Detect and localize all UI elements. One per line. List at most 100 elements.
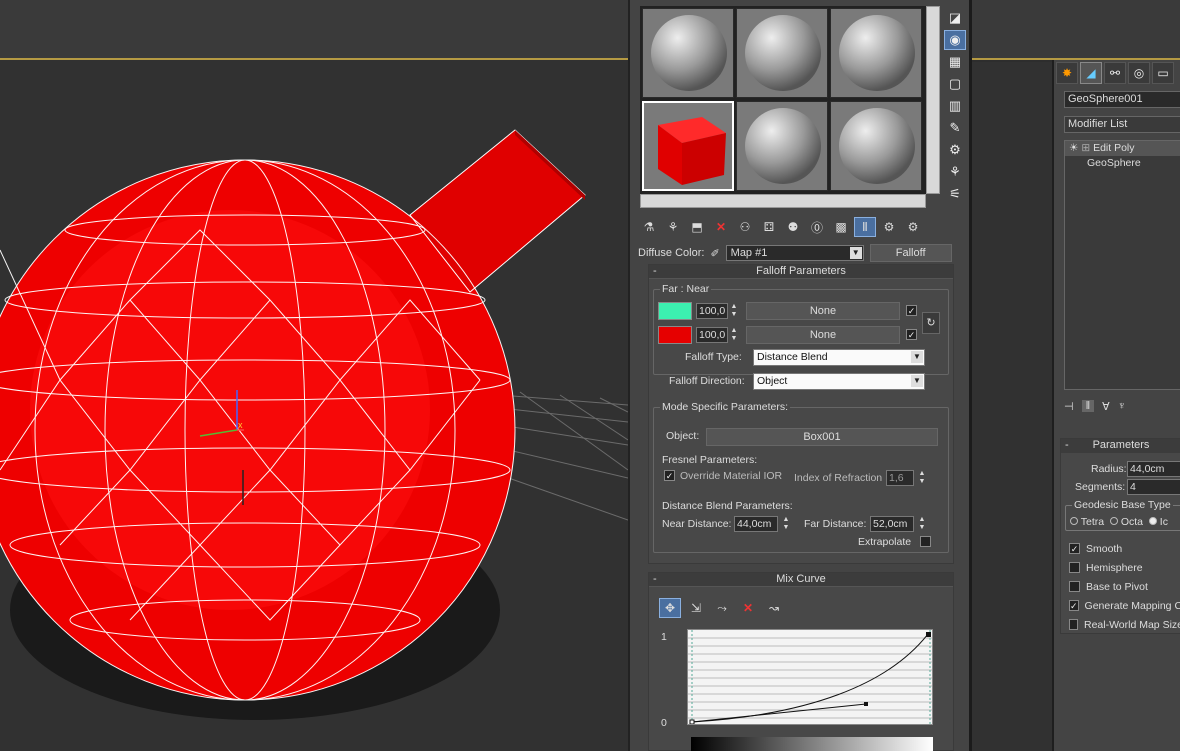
reset-map-icon[interactable]: ✕ — [710, 217, 732, 237]
far-color-swatch[interactable] — [658, 302, 692, 320]
slot-scrollbar-vertical[interactable] — [926, 6, 940, 194]
delete-point-icon[interactable]: ✕ — [737, 598, 759, 618]
sample-slot-6[interactable] — [830, 101, 922, 191]
backlight-icon[interactable]: ◉ — [944, 30, 966, 50]
smooth-checkbox[interactable]: ✓ — [1069, 543, 1080, 554]
material-navigator-icon[interactable]: ⚟ — [944, 184, 966, 204]
lightbulb-icon[interactable]: ☀ — [1069, 142, 1078, 154]
make-preview-icon[interactable]: ✎ — [944, 118, 966, 138]
extrapolate-checkbox[interactable] — [920, 536, 931, 547]
ior-spinner[interactable]: ▲ ▼ — [918, 470, 926, 486]
show-map-icon[interactable]: ▩ — [830, 217, 852, 237]
options-icon[interactable]: ⚙ — [944, 140, 966, 160]
sample-type-icon[interactable]: ◪ — [944, 8, 966, 28]
override-ior-checkbox[interactable]: ✓ — [664, 470, 675, 481]
base-to-pivot-checkbox[interactable] — [1069, 581, 1080, 592]
near-amount-spinner[interactable]: ▲ ▼ — [730, 327, 738, 343]
radio-icosa[interactable] — [1148, 517, 1157, 525]
viewport-perspective[interactable]: x — [0, 0, 628, 751]
far-distance-field[interactable]: 52,0cm — [870, 516, 914, 532]
near-distance-spinner[interactable]: ▲ ▼ — [782, 516, 790, 532]
go-to-parent-icon[interactable]: ⚙ — [878, 217, 900, 237]
show-end-result-icon[interactable]: ‖ — [1081, 400, 1095, 412]
remove-modifier-icon[interactable]: ♆ — [1118, 400, 1126, 412]
make-unique-icon[interactable]: ∀ — [1102, 400, 1110, 413]
near-map-checkbox[interactable]: ✓ — [906, 329, 917, 340]
real-world-map-checkbox[interactable] — [1069, 619, 1078, 630]
near-amount-field[interactable]: 100,0 — [696, 327, 728, 343]
curve-gradient-bar — [691, 737, 933, 751]
base-to-pivot-row[interactable]: Base to Pivot — [1069, 577, 1180, 596]
far-map-button[interactable]: None — [746, 302, 900, 320]
reset-curve-icon[interactable]: ↝ — [763, 598, 785, 618]
move-point-icon[interactable]: ✥ — [659, 598, 681, 618]
copy-material-icon[interactable]: ⚇ — [734, 217, 756, 237]
hemisphere-label: Hemisphere — [1086, 561, 1143, 574]
object-pick-button[interactable]: Box001 — [706, 428, 938, 446]
hemisphere-row[interactable]: Hemisphere — [1069, 558, 1180, 577]
near-distance-field[interactable]: 44,0cm — [734, 516, 778, 532]
select-by-material-icon[interactable]: ⚘ — [944, 162, 966, 182]
generate-mapping-row[interactable]: ✓ Generate Mapping Co — [1069, 596, 1180, 615]
slot-scrollbar-horizontal[interactable] — [640, 194, 926, 208]
near-map-button[interactable]: None — [746, 326, 900, 344]
radio-tetra[interactable] — [1070, 517, 1078, 525]
falloff-type-dropdown[interactable]: Distance Blend ▼ — [753, 349, 925, 366]
hierarchy-tab-icon[interactable]: ⚯ — [1104, 62, 1126, 84]
assign-material-icon[interactable]: ⬒ — [686, 217, 708, 237]
object-name-field[interactable]: GeoSphere001 — [1064, 91, 1180, 108]
ior-field[interactable]: 1,6 — [886, 470, 914, 486]
mix-curve-graph[interactable] — [687, 629, 933, 725]
mix-curve-header[interactable]: - Mix Curve — [649, 573, 953, 587]
background-checker-icon[interactable]: ▦ — [944, 52, 966, 72]
pin-stack-icon[interactable]: ⊣ — [1064, 400, 1074, 413]
smooth-row[interactable]: ✓ Smooth — [1069, 539, 1180, 558]
go-forward-sibling-icon[interactable]: ⚙ — [902, 217, 924, 237]
sample-slot-4-selected[interactable] — [642, 101, 734, 191]
generate-mapping-checkbox[interactable]: ✓ — [1069, 600, 1079, 611]
sample-slot-3[interactable] — [830, 8, 922, 98]
map-name-value: Map #1 — [730, 247, 768, 259]
show-end-result-icon[interactable]: Ⅱ — [854, 217, 876, 237]
motion-tab-icon[interactable]: ◎ — [1128, 62, 1150, 84]
make-unique-icon[interactable]: ⚃ — [758, 217, 780, 237]
stack-item-edit-poly[interactable]: ☀ ⊞ Edit Poly — [1065, 141, 1180, 156]
modifier-list-dropdown[interactable]: Modifier List — [1064, 116, 1180, 133]
segments-field[interactable]: 4 — [1127, 479, 1180, 495]
hemisphere-checkbox[interactable] — [1069, 562, 1080, 573]
eyedropper-icon[interactable]: ✐ — [710, 247, 719, 260]
get-material-icon[interactable]: ⚗ — [638, 217, 660, 237]
scale-point-icon[interactable]: ⇲ — [685, 598, 707, 618]
sample-slot-2[interactable] — [736, 8, 828, 98]
parameters-header[interactable]: - Parameters — [1061, 439, 1180, 453]
base-type-octa-label: Octa — [1120, 516, 1144, 528]
swap-colors-icon[interactable]: ↻ — [922, 312, 940, 334]
put-material-icon[interactable]: ⚘ — [662, 217, 684, 237]
sample-uv-tiling-icon[interactable]: ▢ — [944, 74, 966, 94]
create-tab-icon[interactable]: ✸ — [1056, 62, 1078, 84]
far-amount-spinner[interactable]: ▲ ▼ — [730, 303, 738, 319]
falloff-parameters-header[interactable]: - Falloff Parameters — [649, 265, 953, 279]
near-color-swatch[interactable] — [658, 326, 692, 344]
far-map-checkbox[interactable]: ✓ — [906, 305, 917, 316]
put-to-library-icon[interactable]: ⚉ — [782, 217, 804, 237]
display-tab-icon[interactable]: ▭ — [1152, 62, 1174, 84]
falloff-direction-dropdown[interactable]: Object ▼ — [753, 373, 925, 390]
radio-octa[interactable] — [1109, 517, 1118, 525]
base-to-pivot-label: Base to Pivot — [1086, 580, 1148, 593]
radius-field[interactable]: 44,0cm — [1127, 461, 1180, 477]
map-type-button[interactable]: Falloff — [869, 244, 952, 262]
far-distance-spinner[interactable]: ▲ ▼ — [918, 516, 926, 532]
map-name-dropdown[interactable]: Map #1 ▼ — [725, 245, 864, 261]
sample-slot-1[interactable] — [642, 8, 734, 98]
insert-point-icon[interactable]: ⤳ — [711, 598, 733, 618]
smooth-label: Smooth — [1086, 542, 1123, 555]
modify-tab-icon[interactable]: ◢ — [1080, 62, 1102, 84]
far-amount-field[interactable]: 100,0 — [696, 303, 728, 319]
real-world-map-row[interactable]: Real-World Map Size — [1069, 615, 1180, 634]
video-color-check-icon[interactable]: ▥ — [944, 96, 966, 116]
material-id-icon[interactable]: ⓪ — [806, 217, 828, 237]
expand-icon[interactable]: ⊞ — [1081, 142, 1090, 154]
sample-slot-5[interactable] — [736, 101, 828, 191]
stack-item-geosphere[interactable]: GeoSphere — [1065, 156, 1180, 171]
